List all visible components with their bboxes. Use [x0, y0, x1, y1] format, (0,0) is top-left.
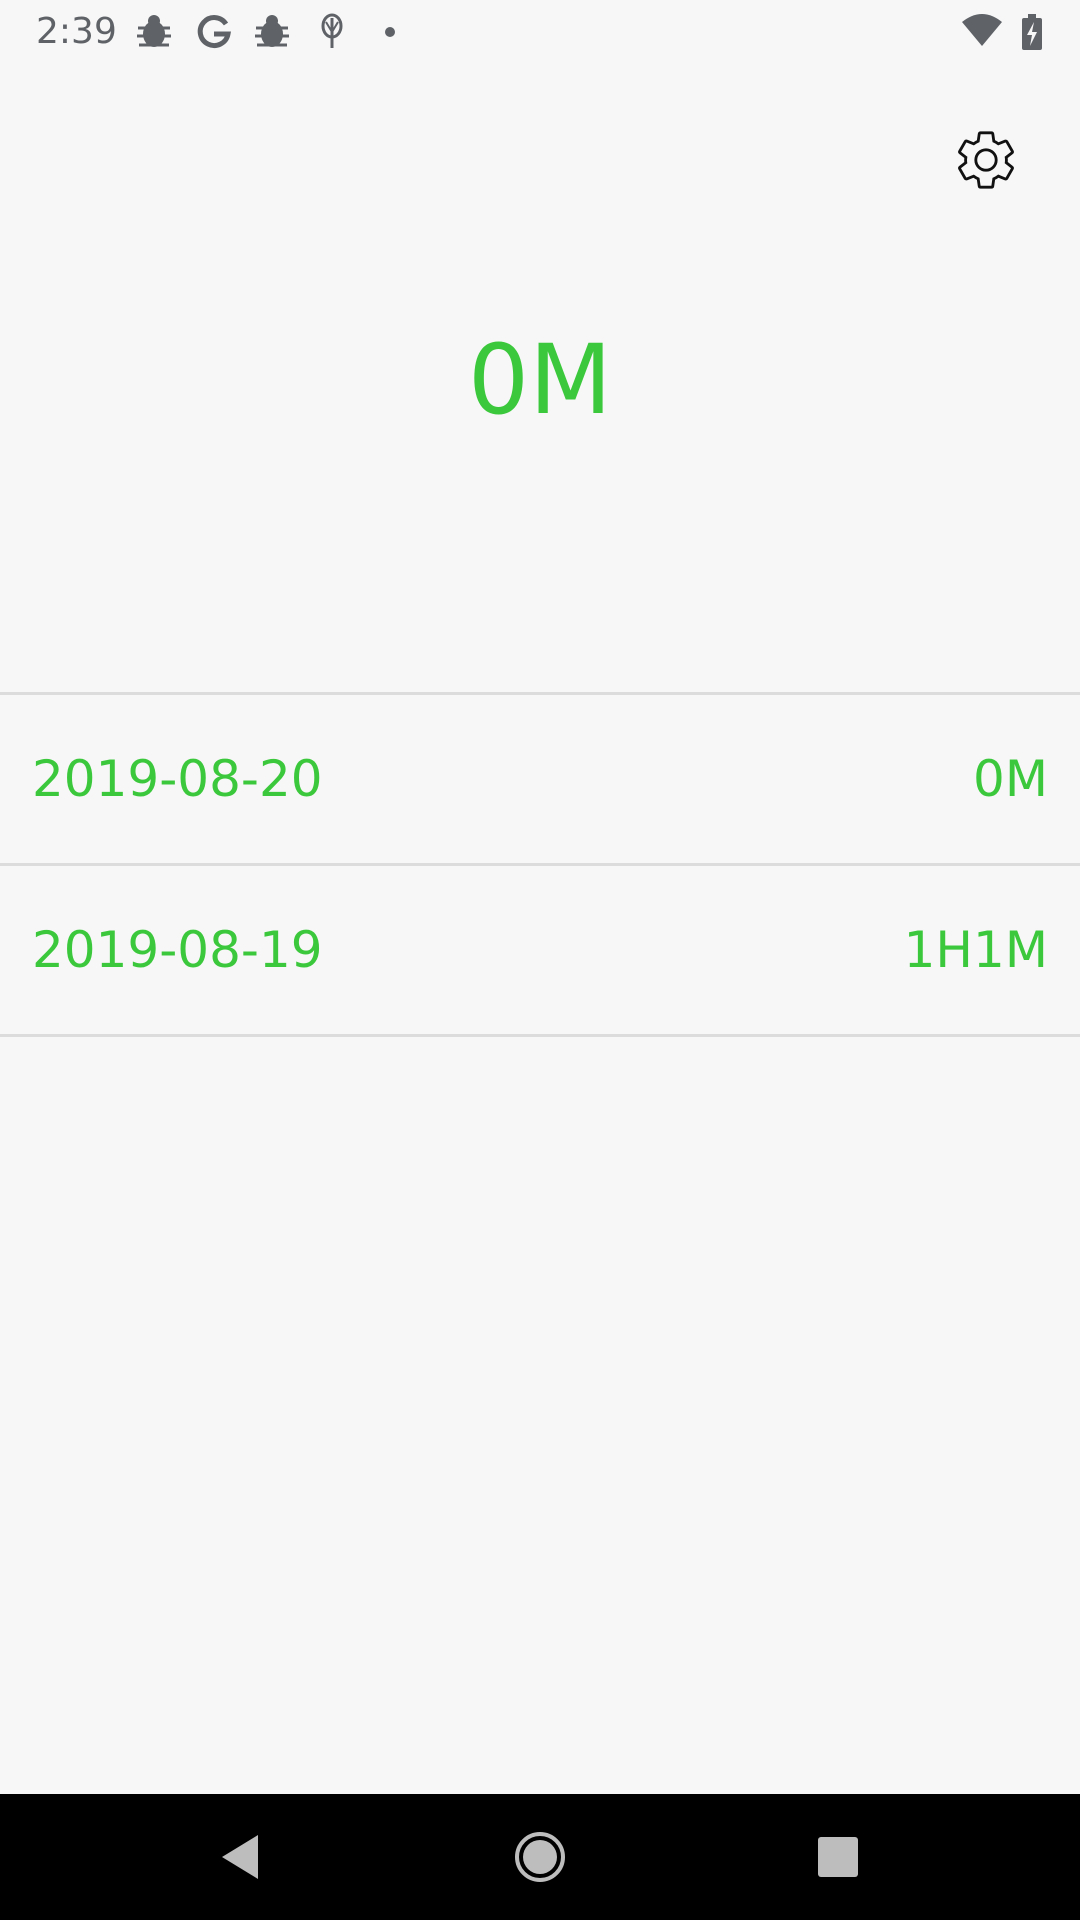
- row-duration: 0M: [973, 750, 1048, 808]
- wifi-icon: [960, 12, 1004, 52]
- list-item[interactable]: 2019-08-20 0M: [0, 695, 1080, 863]
- battery-charging-icon: [1020, 12, 1044, 52]
- recents-icon: [818, 1837, 858, 1877]
- bug-icon: [134, 12, 174, 52]
- list-item[interactable]: 2019-08-19 1H1M: [0, 866, 1080, 1034]
- google-icon: [194, 12, 234, 52]
- status-bar: 2:39: [0, 0, 1080, 64]
- divider: [0, 1034, 1080, 1037]
- settings-button[interactable]: [950, 124, 1022, 196]
- flower-icon: [312, 12, 352, 52]
- row-duration: 1H1M: [903, 921, 1048, 979]
- home-icon: [515, 1832, 565, 1882]
- back-button[interactable]: [200, 1817, 280, 1897]
- recents-button[interactable]: [798, 1817, 878, 1897]
- bug-icon: [252, 12, 292, 52]
- navigation-bar: [0, 1794, 1080, 1920]
- row-date: 2019-08-20: [32, 750, 323, 808]
- status-time: 2:39: [36, 11, 117, 52]
- gear-icon: [958, 131, 1014, 189]
- dot-icon: [370, 12, 410, 52]
- home-button[interactable]: [500, 1817, 580, 1897]
- back-icon: [222, 1835, 258, 1879]
- total-time: 0M: [468, 324, 612, 436]
- row-date: 2019-08-19: [32, 921, 323, 979]
